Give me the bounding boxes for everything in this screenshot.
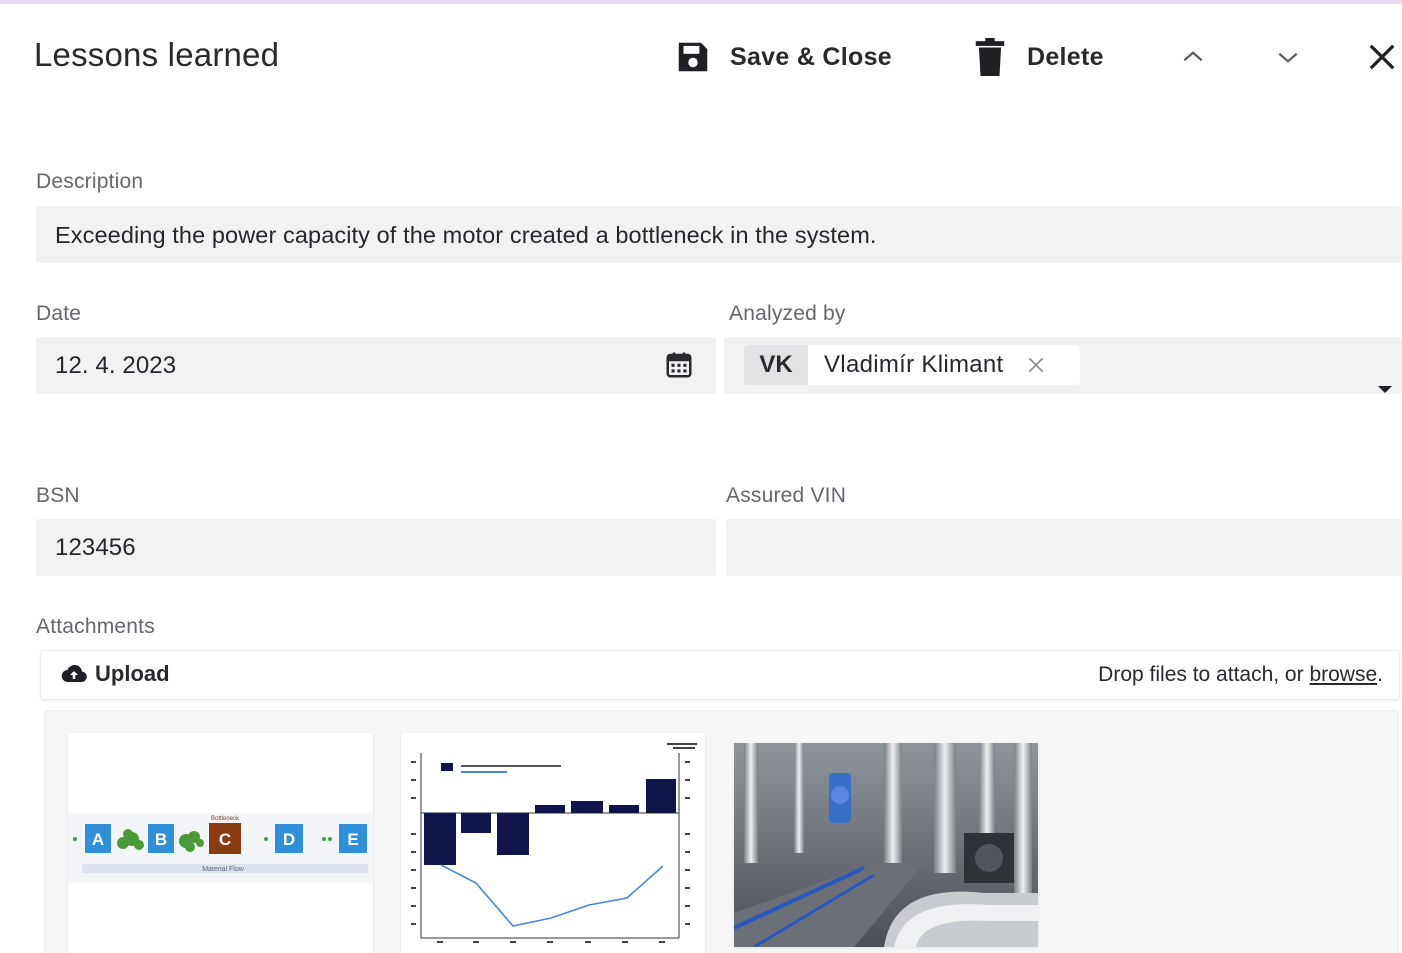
floppy-disk-icon [678,42,708,72]
user-chip: VK Vladimír Klimant [744,345,1080,385]
save-close-button[interactable]: Save & Close [674,34,892,80]
date-value: 12. 4. 2023 [55,352,177,379]
caret-down-icon[interactable] [1376,383,1394,395]
user-chip-body: Vladimír Klimant [808,345,1080,385]
attachments-label: Attachments [36,615,155,638]
page-title: Lessons learned [34,36,280,73]
chevron-up-icon [1183,51,1203,62]
date-label: Date [36,302,82,325]
delete-button[interactable]: Delete [974,34,1104,80]
chart-preview [401,733,705,953]
assured-vin-field[interactable] [726,519,1402,576]
material-flow-caption: Material Flow [202,866,245,873]
calendar-icon[interactable] [664,350,694,380]
bsn-value: 123456 [55,534,136,561]
upload-label: Upload [95,661,170,686]
stage-d: D [283,830,295,849]
avatar: VK [744,345,808,385]
bsn-field[interactable] [36,519,716,576]
previous-record-button[interactable] [1180,34,1208,80]
bsn-label: BSN [36,484,80,507]
trash-icon [975,38,1005,76]
delete-label: Delete [1027,42,1104,71]
upload-bar: Upload Drop files to attach, or browse. [40,650,1400,700]
save-close-label: Save & Close [730,42,893,71]
assured-vin-label: Assured VIN [726,484,847,507]
drop-hint: Drop files to attach, or browse. [1098,663,1383,687]
browse-link[interactable]: browse [1309,663,1377,686]
stage-b: B [155,830,167,849]
description-value: Exceeding the power capacity of the moto… [55,222,877,248]
drop-hint-text: Drop files to attach, or [1098,663,1304,686]
user-chip-name: Vladimír Klimant [824,351,1004,378]
close-button[interactable] [1367,34,1399,80]
dialog-header: Lessons learned Save & Close Delete [0,0,1402,115]
upload-button[interactable]: Upload [61,661,170,687]
drop-hint-suffix: . [1377,663,1383,686]
next-record-button[interactable] [1275,34,1303,80]
analyzed-by-label: Analyzed by [729,302,846,325]
remove-user-icon[interactable] [1026,355,1046,375]
close-icon [1369,44,1395,70]
attachment-thumbnail-chart[interactable] [401,733,705,953]
industrial-photo [734,743,1038,947]
stage-c: C [219,830,231,849]
bottleneck-caption: Bottleneck [211,816,240,822]
attachment-thumbnail-diagram[interactable]: Material Flow Bottleneck A B C D E [68,733,373,953]
description-label: Description [36,170,144,193]
chevron-down-icon [1278,52,1298,63]
flow-diagram: Material Flow Bottleneck A B C D E [68,733,373,953]
attachment-thumbnail-photo[interactable] [734,743,1038,947]
stage-e: E [347,830,358,849]
cloud-upload-icon [61,665,87,683]
stage-a: A [92,830,104,849]
